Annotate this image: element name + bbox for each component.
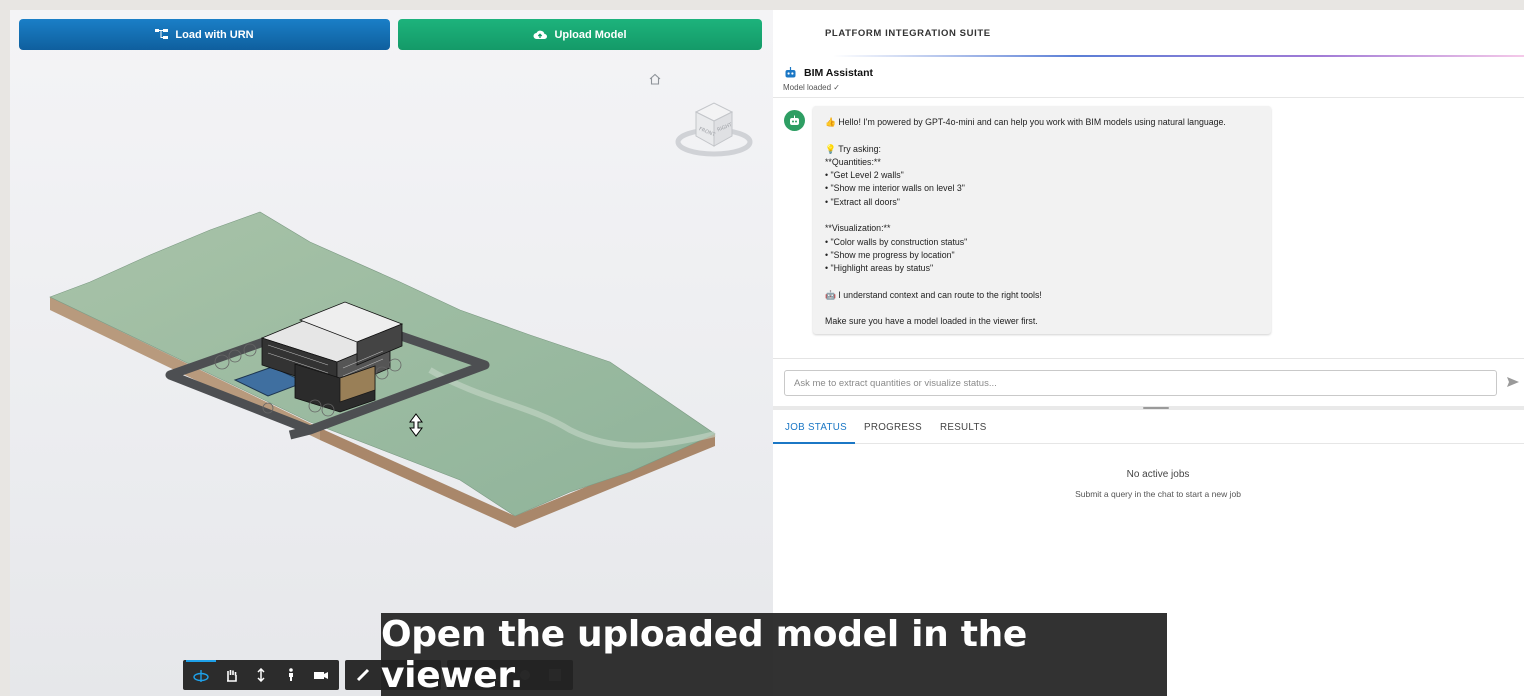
hierarchy-icon [155, 29, 169, 39]
bot-message: 👍 Hello! I'm powered by GPT-4o-mini and … [813, 106, 1271, 334]
message-line: • "Highlight areas by status" [825, 263, 934, 274]
tab-results[interactable]: RESULTS [940, 422, 987, 433]
message-line: 🤖 I understand context and can route to … [825, 289, 1042, 300]
message-line: • "Show me interior walls on level 3" [825, 183, 965, 194]
active-tab-indicator [773, 442, 855, 444]
bot-avatar [784, 110, 805, 131]
measure-icon [356, 668, 370, 682]
pan-icon [227, 670, 237, 682]
message-line: 👍 Hello! I'm powered by GPT-4o-mini and … [825, 117, 1226, 127]
message-line: • "Show me progress by location" [825, 249, 955, 260]
assistant-panel: PLATFORM INTEGRATION SUITE BIM Assistant… [773, 10, 1524, 696]
message-line [825, 276, 1259, 289]
empty-state-title: No active jobs [1126, 469, 1190, 480]
pan-tool[interactable] [216, 660, 246, 690]
chat-input[interactable] [784, 370, 1497, 396]
message-line [825, 209, 1259, 222]
job-tabs: JOB STATUS PROGRESS RESULTS [773, 413, 1524, 444]
robot-icon [790, 115, 799, 125]
walk-icon [289, 668, 293, 681]
empty-state-subtitle: Submit a query in the chat to start a ne… [1075, 489, 1241, 499]
load-with-urn-button[interactable]: Load with URN [19, 19, 390, 50]
upload-model-label: Upload Model [554, 28, 627, 41]
message-line: • "Extract all doors" [825, 196, 900, 207]
robot-icon [785, 67, 796, 78]
suite-header: PLATFORM INTEGRATION SUITE [773, 10, 1524, 58]
model-scene[interactable] [10, 10, 773, 696]
camera-tool[interactable] [306, 660, 336, 690]
splitter-handle[interactable] [1143, 407, 1169, 409]
message-line: **Visualization:** [825, 223, 891, 234]
camera-icon [314, 672, 328, 679]
home-icon[interactable] [648, 72, 662, 86]
load-with-urn-label: Load with URN [175, 28, 254, 41]
upload-model-button[interactable]: Upload Model [398, 19, 762, 50]
chat-input-area [773, 358, 1524, 410]
orbit-icon [193, 670, 209, 682]
model-viewer[interactable]: Load with URN Upload Model FRONT RIGHT [10, 10, 773, 696]
message-line: Make sure you have a model loaded in the… [825, 316, 1038, 327]
zoom-icon [257, 668, 265, 682]
zoom-tool[interactable] [246, 660, 276, 690]
message-line: • "Get Level 2 walls" [825, 170, 904, 181]
assistant-header: BIM Assistant Model loaded ✓ [773, 62, 1524, 98]
tab-progress[interactable]: PROGRESS [864, 422, 922, 433]
viewcube[interactable]: FRONT RIGHT [674, 88, 754, 168]
panel-splitter[interactable] [773, 406, 1524, 410]
message-line: • "Color walls by construction status" [825, 236, 968, 247]
video-caption: Open the uploaded model in the viewer. [381, 613, 1167, 696]
message-line: 💡 Try asking: [825, 143, 881, 154]
message-line: **Quantities:** [825, 156, 881, 167]
model-status: Model loaded ✓ [783, 83, 840, 92]
header-gradient-rule [833, 55, 1524, 57]
walk-tool[interactable] [276, 660, 306, 690]
orbit-tool[interactable] [186, 660, 216, 690]
send-icon[interactable] [1506, 376, 1520, 388]
measure-tool[interactable] [348, 660, 378, 690]
navigation-tools [183, 660, 339, 690]
message-line [825, 302, 1259, 315]
suite-title: PLATFORM INTEGRATION SUITE [825, 28, 991, 39]
assistant-name: BIM Assistant [804, 67, 874, 79]
message-line [825, 129, 1259, 142]
cloud-upload-icon [533, 30, 548, 39]
tab-job-status[interactable]: JOB STATUS [785, 422, 847, 433]
